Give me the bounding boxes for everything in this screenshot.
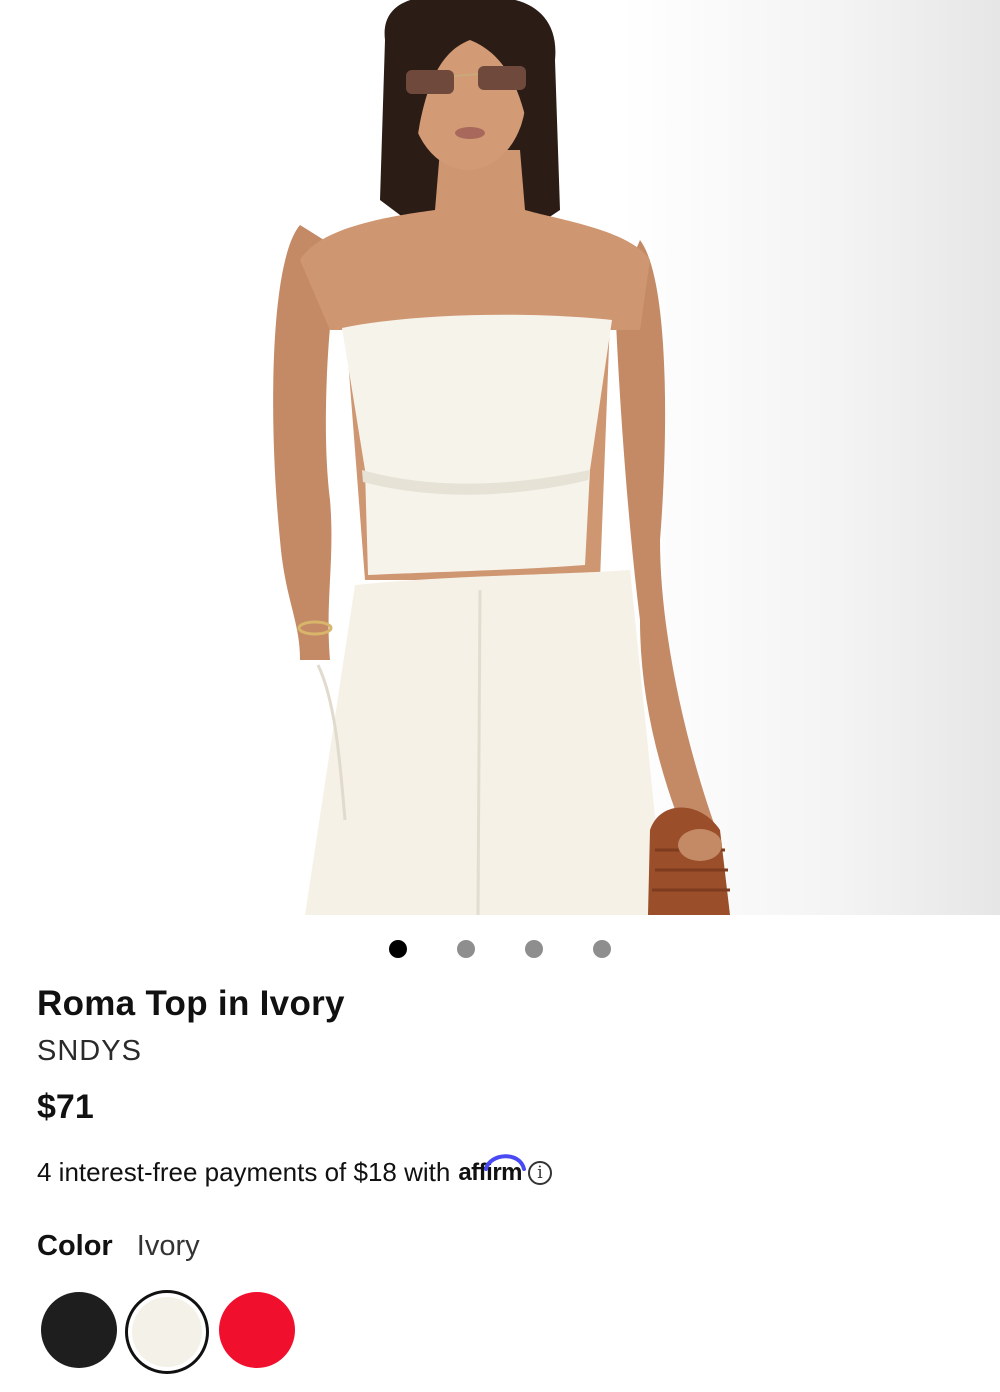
brand-link[interactable]: SNDYS [37,1035,142,1068]
selected-color-value: Ivory [136,1230,200,1262]
financing-text: 4 interest-free payments of $18 with [37,1157,451,1187]
carousel-dot-4[interactable] [593,940,611,958]
color-swatch-ivory[interactable] [125,1290,209,1374]
model-photo-illustration [273,0,730,915]
color-selector-label: Color Ivory [37,1230,200,1263]
affirm-financing: 4 interest-free payments of $18 with aff… [37,1153,553,1188]
image-carousel-indicators [0,940,1000,960]
carousel-dot-2[interactable] [457,940,475,958]
carousel-dot-3[interactable] [525,940,543,958]
product-image[interactable] [0,0,1000,915]
color-swatches [37,1290,437,1392]
color-label: Color [37,1230,113,1262]
color-swatch-red[interactable] [219,1292,295,1368]
product-price: $71 [37,1088,94,1126]
ivory-swatch-fill [132,1297,202,1367]
affirm-arc-icon [484,1153,527,1171]
color-swatch-black[interactable] [41,1292,117,1368]
product-title: Roma Top in Ivory [37,984,345,1023]
info-icon[interactable]: i [528,1160,553,1185]
affirm-logo: affirm [458,1153,527,1187]
carousel-dot-1[interactable] [389,940,407,958]
